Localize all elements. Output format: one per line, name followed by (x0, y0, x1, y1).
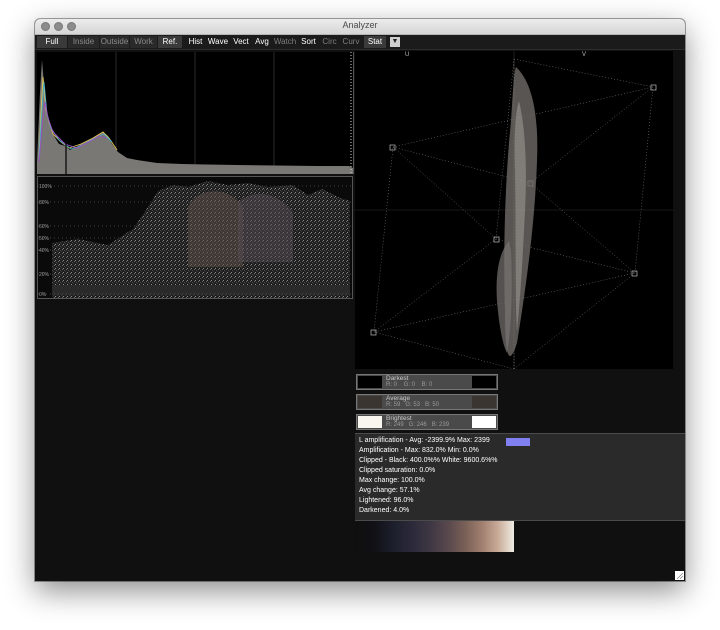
curv-button[interactable]: Curv (341, 36, 361, 48)
wave-button[interactable]: Wave (207, 36, 229, 48)
waveform-graph: 100% 80% 60% 50% 40% 20% 0% (38, 181, 352, 298)
stat-l-amplification: L amplification - Avg: -2399.9% Max: 239… (359, 437, 490, 444)
outside-button[interactable]: Outside (100, 36, 129, 48)
window-title: Analyzer (342, 20, 378, 30)
color-swatches: Darkest R: 0 G: 0 B: 0 Average R: 59 G: … (356, 374, 498, 430)
swatch-average-values: R: 59 G: 53 B: 50 (386, 402, 440, 408)
swatch-darkest-preview (472, 376, 496, 388)
histogram-graph (37, 52, 353, 174)
waveform-label-40: 40% (39, 248, 50, 254)
swatch-darkest-color (358, 376, 382, 388)
sorted-color-gradient (355, 521, 514, 552)
avg-button[interactable]: Avg (253, 36, 271, 48)
title-bar: Analyzer (35, 19, 685, 35)
work-button[interactable]: Work (130, 36, 157, 48)
stat-darkened: Darkened: 4.0% (359, 507, 410, 514)
swatch-average: Average R: 59 G: 53 B: 50 (356, 394, 498, 410)
waveform-label-0: 0% (39, 292, 47, 298)
vectorscope-v-label: V (582, 52, 586, 58)
triangle-down-icon[interactable]: ▼ (390, 37, 400, 47)
swatch-darkest: Darkest R: 0 G: 0 B: 0 (356, 374, 498, 390)
swatch-brightest-color (358, 416, 382, 428)
statistics-panel: L amplification - Avg: -2399.9% Max: 239… (355, 433, 685, 521)
stat-avg-change: Avg change: 57.1% (359, 487, 420, 494)
stat-clipped-saturation: Clipped saturation: 0.0% (359, 467, 436, 474)
swatch-brightest-preview (472, 416, 496, 428)
swatch-average-color (358, 396, 382, 408)
stat-amplification: Amplification - Max: 832.0% Min: 0.0% (359, 447, 479, 454)
full-button[interactable]: Full (37, 36, 67, 48)
histogram-panel (37, 52, 354, 174)
ref-button[interactable]: Ref. (158, 36, 182, 48)
vectorscope-u-label: U (405, 52, 409, 58)
swatch-darkest-values: R: 0 G: 0 B: 0 (386, 382, 433, 388)
stat-lightened: Lightened: 96.0% (359, 497, 414, 504)
vect-button[interactable]: Vect (230, 36, 252, 48)
circ-button[interactable]: Circ (320, 36, 339, 48)
vectorscope-graph: U V (355, 51, 673, 370)
stat-clipped: Clipped - Black: 400.0%% White: 9600.6%% (359, 457, 498, 464)
swatch-darkest-label: Darkest (386, 375, 409, 382)
stat-button[interactable]: Stat (364, 36, 386, 48)
waveform-label-50: 50% (39, 236, 50, 242)
stat-max-change: Max change: 100.0% (359, 477, 425, 484)
sort-button[interactable]: Sort (299, 36, 318, 48)
waveform-label-100: 100% (39, 184, 52, 190)
swatch-brightest-values: R: 249 G: 246 B: 239 (386, 422, 450, 428)
toolbar: Full Inside Outside Work Ref. Hist Wave … (35, 35, 685, 50)
waveform-label-20: 20% (39, 272, 50, 278)
resize-grip-icon[interactable] (675, 571, 684, 580)
waveform-panel: 100% 80% 60% 50% 40% 20% 0% (37, 176, 353, 299)
inside-button[interactable]: Inside (68, 36, 99, 48)
analyzer-window: Analyzer Full Inside Outside Work Ref. H… (35, 19, 685, 581)
waveform-label-80: 80% (39, 200, 50, 206)
swatch-brightest-label: Brightest (386, 415, 412, 422)
swatch-average-label: Average (386, 395, 411, 402)
waveform-label-60: 60% (39, 224, 50, 230)
hist-button[interactable]: Hist (185, 36, 206, 48)
watch-button[interactable]: Watch (272, 36, 298, 48)
vectorscope-panel: U V (355, 51, 673, 370)
swatch-brightest: Brightest R: 249 G: 246 B: 239 (356, 414, 498, 430)
l-amplification-bar (506, 438, 530, 446)
swatch-average-preview (472, 396, 496, 408)
